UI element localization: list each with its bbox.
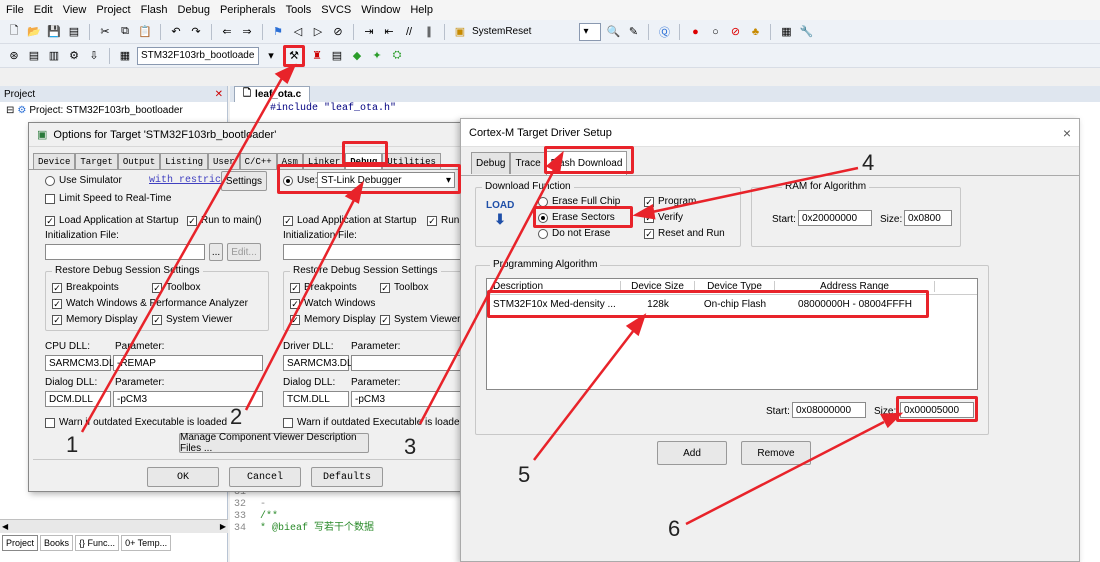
annotation-number-1: 1 (66, 432, 79, 457)
annotation-arrows (80, 63, 904, 526)
arrow-1 (80, 77, 284, 433)
arrow-4 (651, 166, 859, 214)
arrow-1-head (274, 63, 297, 84)
arrow-3 (418, 169, 556, 425)
annotation-number-4: 4 (862, 150, 875, 175)
arrow-4-head (632, 204, 656, 220)
arrow-6-head (879, 412, 904, 429)
arrow-3-head (545, 150, 564, 174)
arrow-2-head (344, 180, 364, 204)
arrow-2 (244, 199, 356, 411)
annotation-number-5: 5 (518, 462, 531, 487)
arrow-5 (533, 329, 635, 461)
annotation-number-2: 2 (230, 404, 243, 429)
arrow-5-head (625, 313, 647, 337)
arrow-6 (685, 420, 885, 526)
annotation-number-3: 3 (404, 434, 417, 459)
annotation-number-6: 6 (668, 516, 681, 541)
